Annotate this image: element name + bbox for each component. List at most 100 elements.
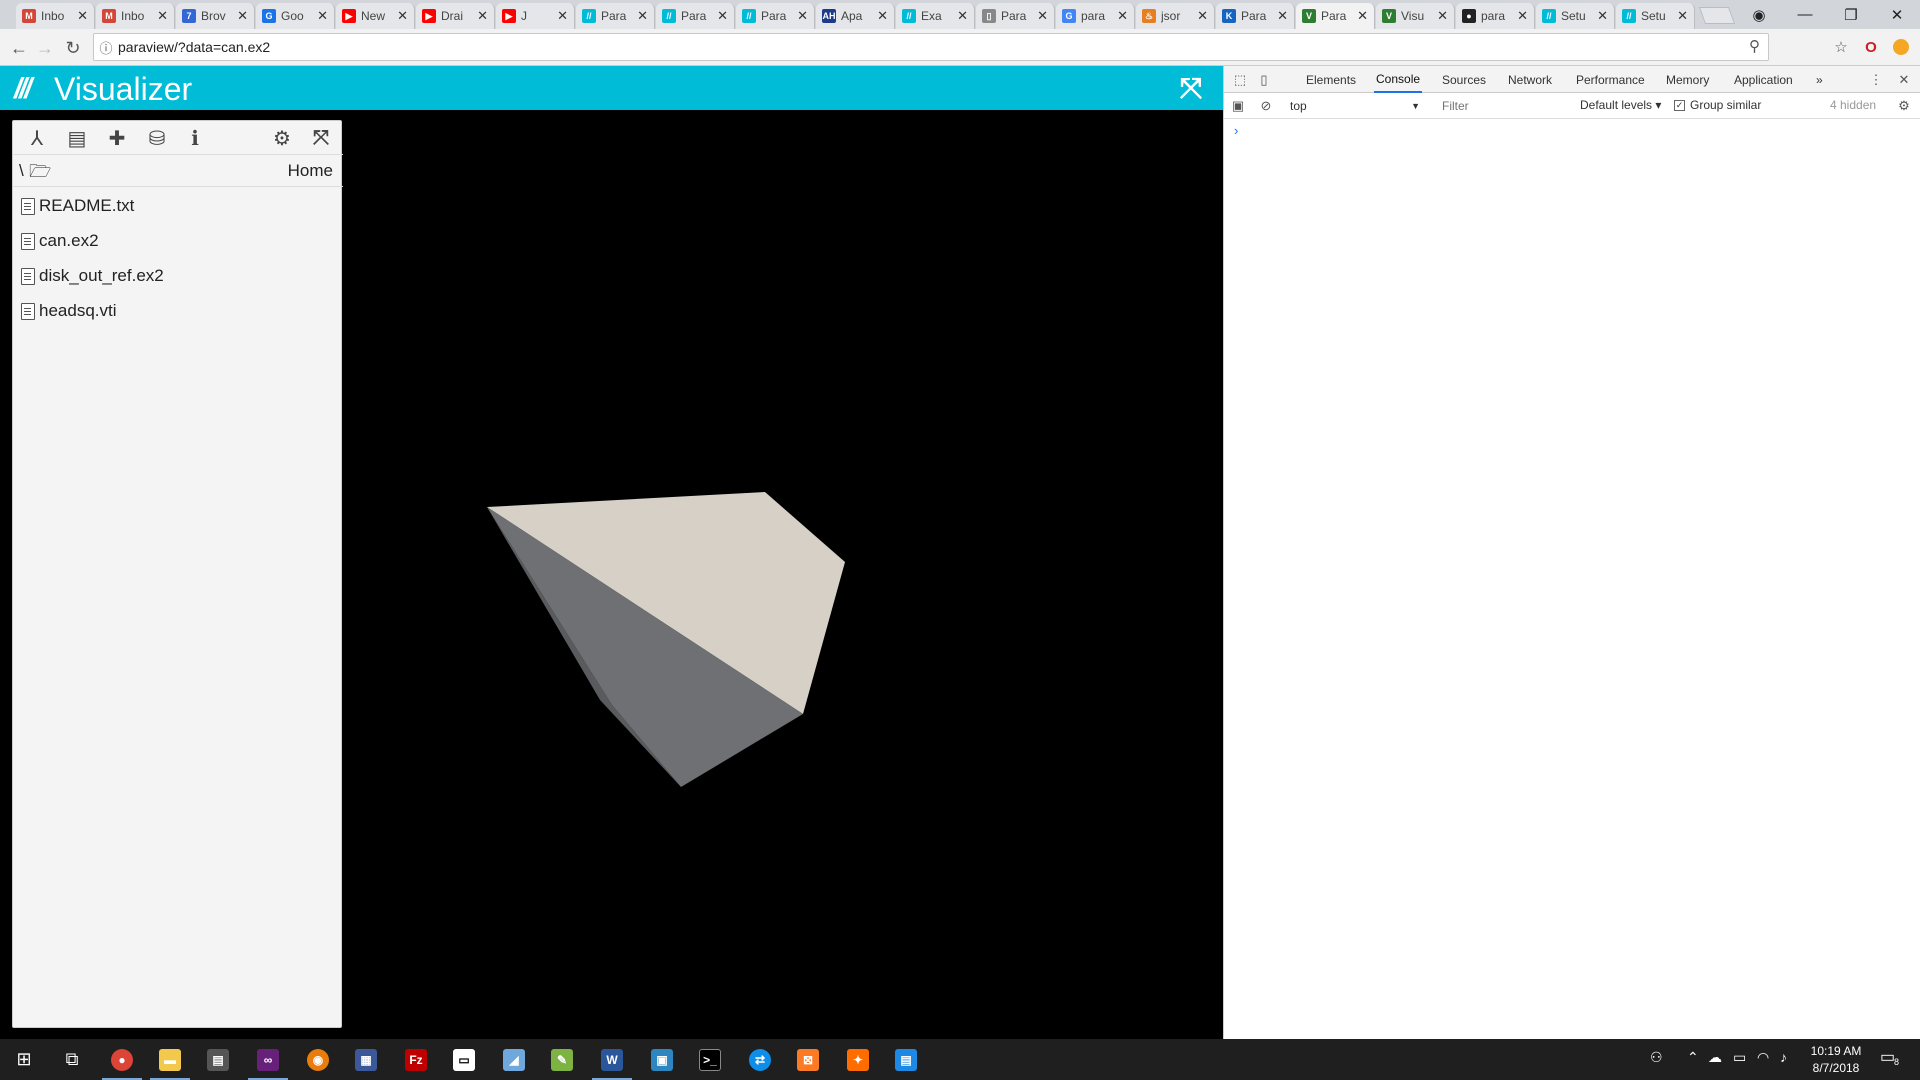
address-bar[interactable]: ⓘ paraview/?data=can.ex2 ⚲ [93,33,1769,61]
minimize-icon[interactable]: — [1782,0,1828,29]
new-tab-button[interactable] [1698,7,1736,24]
tray-expand-icon[interactable]: ⌃ [1687,1049,1699,1066]
browser-tab[interactable]: ● para ✕ [1456,3,1535,29]
forward-icon[interactable]: → [32,35,58,61]
browser-tab[interactable]: // Para ✕ [656,3,735,29]
inspect-element-icon[interactable]: ⬚ [1230,70,1250,90]
save-data-icon[interactable]: ⛁ [143,124,171,152]
tab-close-icon[interactable]: ✕ [157,8,168,24]
taskbar-app-icon[interactable]: ▤ [882,1039,930,1080]
tab-close-icon[interactable]: ✕ [317,8,328,24]
taskbar-chrome-icon[interactable]: ● [98,1039,146,1080]
tab-close-icon[interactable]: ✕ [1197,8,1208,24]
back-icon[interactable]: ← [6,35,32,61]
context-selector[interactable]: top ▼ [1290,97,1420,115]
log-levels-dropdown[interactable]: Default levels ▾ [1580,98,1661,112]
taskbar-teamviewer-icon[interactable]: ⇄ [736,1039,784,1080]
browser-tab[interactable]: Gpara ✕ [1056,3,1135,29]
folder-open-icon[interactable]: 🗁 [29,159,51,189]
tab-close-icon[interactable]: ✕ [477,8,488,24]
task-view-icon[interactable]: ⧉ [48,1039,96,1080]
info-icon[interactable]: ℹ [181,124,209,152]
taskbar-app-icon[interactable]: ✦ [834,1039,882,1080]
tab-close-icon[interactable]: ✕ [1597,8,1608,24]
start-windows-icon[interactable]: ⊞ [0,1039,48,1080]
taskbar-app-icon[interactable]: ▦ [342,1039,390,1080]
settings-gears-icon[interactable]: ⚙ [268,124,296,152]
tab-close-icon[interactable]: ✕ [1677,8,1688,24]
site-info-icon[interactable]: ⓘ [94,38,118,57]
file-item[interactable]: headsq.vti [21,297,117,325]
taskbar-visual-studio-icon[interactable]: ∞ [244,1039,292,1080]
browser-tab[interactable]: M Inbo ✕ [96,3,175,29]
browser-tab[interactable]: // Exa ✕ [896,3,975,29]
zoom-icon[interactable]: ⚲ [1749,37,1760,55]
browser-tab[interactable]: // Para ✕ [576,3,655,29]
browser-tab[interactable]: ▶ Drai ✕ [416,3,495,29]
browser-tab[interactable]: // Setu ✕ [1536,3,1615,29]
tab-close-icon[interactable]: ✕ [77,8,88,24]
browser-tab[interactable]: V Visu ✕ [1376,3,1455,29]
opera-extension-icon[interactable]: O [1860,36,1882,58]
browser-tab[interactable]: // Para ✕ [736,3,815,29]
tab-close-icon[interactable]: ✕ [1037,8,1048,24]
device-toolbar-icon[interactable]: ▯ [1254,70,1274,90]
browser-tab[interactable]: ▯ Para ✕ [976,3,1055,29]
extension-icon[interactable] [1890,36,1912,58]
devtools-close-icon[interactable]: ✕ [1894,70,1914,90]
profile-icon[interactable]: ◉ [1736,0,1782,29]
console-prompt[interactable]: › [1234,123,1238,138]
devtools-tab-application[interactable]: Application [1732,66,1795,93]
onedrive-icon[interactable]: ☁ [1708,1049,1722,1066]
tab-close-icon[interactable]: ✕ [237,8,248,24]
tab-close-icon[interactable]: ✕ [797,8,808,24]
taskbar-cmd-icon[interactable]: >_ [686,1039,734,1080]
devtools-menu-icon[interactable]: ⋮ [1866,70,1886,90]
taskbar-notepad-icon[interactable]: ✎ [538,1039,586,1080]
browser-tab[interactable]: G Goo ✕ [256,3,335,29]
close-window-icon[interactable]: ✕ [1874,0,1920,29]
clear-console-icon[interactable]: ⊘ [1256,96,1276,116]
tab-close-icon[interactable]: ✕ [957,8,968,24]
taskbar-terminal-icon[interactable]: ▤ [194,1039,242,1080]
wifi-icon[interactable]: ◠ [1757,1049,1769,1066]
bookmark-star-icon[interactable]: ☆ [1830,36,1852,58]
devtools-tab-sources[interactable]: Sources [1440,66,1488,93]
fullscreen-icon[interactable]: ⤧ [1175,72,1207,104]
taskbar-app-icon[interactable]: ◢ [490,1039,538,1080]
tab-close-icon[interactable]: ✕ [1357,8,1368,24]
browser-tab[interactable]: ▶ J ✕ [496,3,575,29]
checkbox-checked-icon[interactable]: ✓ [1674,99,1685,111]
browser-tab[interactable]: ♨ jsor ✕ [1136,3,1215,29]
tab-close-icon[interactable]: ✕ [877,8,888,24]
taskbar-app-icon[interactable]: ▣ [638,1039,686,1080]
console-settings-icon[interactable]: ⚙ [1894,96,1914,116]
tab-close-icon[interactable]: ✕ [1437,8,1448,24]
taskbar-file-explorer-icon[interactable]: ▬ [146,1039,194,1080]
devtools-tab-network[interactable]: Network [1506,66,1554,93]
volume-icon[interactable]: ♪ [1780,1049,1787,1065]
devtools-tab-performance[interactable]: Performance [1574,66,1647,93]
taskbar-oculus-icon[interactable]: ▭ [440,1039,488,1080]
taskbar-filezilla-icon[interactable]: Fz [392,1039,440,1080]
collapse-panel-icon[interactable]: ⤧ [307,124,335,152]
tab-close-icon[interactable]: ✕ [1277,8,1288,24]
browser-tab[interactable]: M Inbo ✕ [16,3,95,29]
browser-tab[interactable]: V Para ✕ [1296,3,1375,29]
devtools-tab-console[interactable]: Console [1374,66,1423,93]
browser-tab[interactable]: AH Apa ✕ [816,3,895,29]
devtools-more-tabs[interactable]: » [1814,66,1825,93]
file-item[interactable]: can.ex2 [21,227,99,255]
tab-close-icon[interactable]: ✕ [557,8,568,24]
files-icon[interactable]: ▤ [63,124,91,152]
taskbar-word-icon[interactable]: W [588,1039,636,1080]
tab-close-icon[interactable]: ✕ [1517,8,1528,24]
file-item[interactable]: README.txt [21,192,134,220]
browser-tab[interactable]: 7 Brov ✕ [176,3,255,29]
maximize-icon[interactable]: ❐ [1828,0,1874,29]
battery-icon[interactable]: ▭ [1733,1049,1746,1066]
tab-close-icon[interactable]: ✕ [397,8,408,24]
tab-close-icon[interactable]: ✕ [637,8,648,24]
action-center-icon[interactable]: ▭ [1880,1047,1895,1067]
browser-tab[interactable]: // Setu ✕ [1616,3,1695,29]
